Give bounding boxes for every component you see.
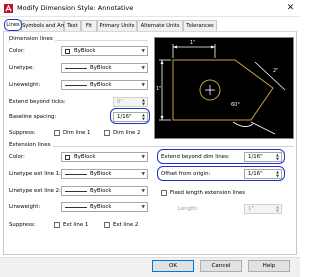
length-value: 1"	[248, 206, 254, 212]
preview-dim-left: 1"	[156, 86, 162, 92]
tab-text[interactable]: Text	[64, 20, 81, 31]
dim-linetype-value: ByBlock	[90, 65, 112, 71]
ext2-linetype-label: Linetype ext line 2:	[9, 188, 61, 194]
tab-tolerances[interactable]: Tolerances	[183, 20, 217, 31]
ext-line-2-checkbox[interactable]	[104, 222, 110, 228]
preview-arrowheads	[160, 45, 215, 120]
ext-color-value: ByBlock	[74, 154, 96, 160]
extension-lines-title: Extension lines	[9, 142, 53, 148]
chevron-down-icon: ▼	[141, 83, 145, 88]
spinner-down-icon[interactable]: ▼	[275, 209, 280, 213]
dimension-preview: 1" 1" 2" 60°	[154, 37, 294, 139]
ext-suppress-label: Suppress:	[9, 222, 36, 228]
length-label: Length:	[178, 206, 199, 212]
extend-ticks-spinner[interactable]: 0" ▲ ▼	[113, 97, 148, 107]
tab-lines[interactable]: Lines	[4, 19, 22, 31]
fixed-length-label: Fixed length extension lines	[170, 190, 246, 196]
ext-line-1-checkbox[interactable]	[54, 222, 60, 228]
extend-ticks-label: Extend beyond ticks:	[9, 99, 66, 105]
ext-line-2-label: Ext line 2	[113, 222, 139, 228]
tab-bar: Symbols and Arrows Text Fit Primary Unit…	[3, 19, 299, 31]
ext2-linetype-value: ByBlock	[90, 188, 112, 194]
window-title: Modify Dimension Style: Annotative	[17, 4, 134, 12]
dim-color-value: ByBlock	[74, 48, 96, 54]
extend-ticks-value: 0"	[117, 99, 123, 105]
dim-color-select[interactable]: ByBlock ▼	[61, 46, 148, 56]
tab-primary-units[interactable]: Primary Units	[97, 20, 137, 31]
dim-linetype-select[interactable]: ByBlock ▼	[61, 63, 148, 73]
dim-linetype-label: Linetype:	[9, 65, 35, 71]
preview-shape	[172, 59, 274, 121]
linetype-preview	[65, 191, 87, 192]
tab-fit[interactable]: Fit	[81, 20, 97, 31]
ok-button[interactable]: OK	[152, 260, 194, 272]
help-button[interactable]: Help	[248, 260, 290, 272]
tab-alternate-units[interactable]: Alternate Units	[137, 20, 183, 31]
cancel-button[interactable]: Cancel	[200, 260, 242, 272]
chevron-down-icon: ▼	[141, 205, 145, 210]
lineweight-preview	[65, 85, 87, 86]
ext1-linetype-label: Linetype ext line 1:	[9, 171, 61, 177]
fixed-length-checkbox[interactable]	[161, 190, 167, 196]
lineweight-preview	[65, 207, 87, 208]
extend-beyond-highlight	[157, 149, 285, 164]
chevron-down-icon: ▼	[141, 172, 145, 177]
chevron-down-icon: ▼	[141, 66, 145, 71]
color-swatch	[65, 49, 70, 54]
ext-line-1-label: Ext line 1	[63, 222, 89, 228]
offset-origin-highlight	[157, 166, 285, 181]
dim-line-1-checkbox[interactable]	[54, 130, 60, 136]
preview-drawing	[159, 44, 286, 135]
ext1-linetype-value: ByBlock	[90, 171, 112, 177]
dim-suppress-label: Suppress:	[9, 130, 36, 136]
dim-line-2-label: Dim line 2	[113, 130, 141, 136]
preview-dim-right: 2"	[273, 68, 279, 74]
dimension-lines-title: Dimension lines	[9, 36, 55, 42]
dim-line-1-label: Dim line 1	[63, 130, 91, 136]
ext-lineweight-value: ByBlock	[90, 204, 112, 210]
color-swatch	[65, 155, 70, 160]
tab-symbols-and-arrows[interactable]: Symbols and Arrows	[21, 20, 75, 31]
close-icon[interactable]: ✕	[284, 1, 297, 15]
dim-color-label: Color:	[9, 48, 25, 54]
preview-dim-top: 1"	[190, 40, 196, 46]
ext-color-label: Color:	[9, 154, 25, 160]
dim-line-2-checkbox[interactable]	[104, 130, 110, 136]
ext-lineweight-label: Lineweight:	[9, 204, 41, 210]
ext1-linetype-select[interactable]: ByBlock ▼	[61, 169, 148, 179]
chevron-down-icon: ▼	[141, 49, 145, 54]
dim-lineweight-select[interactable]: ByBlock ▼	[61, 80, 148, 90]
ext2-linetype-select[interactable]: ByBlock ▼	[61, 186, 148, 196]
ext-color-select[interactable]: ByBlock ▼	[61, 152, 148, 162]
baseline-spacing-label: Baseline spacing:	[9, 114, 57, 120]
ext-lineweight-select[interactable]: ByBlock ▼	[61, 202, 148, 212]
preview-dim-angle: 60°	[231, 102, 240, 108]
dim-lineweight-label: Lineweight:	[9, 82, 41, 88]
dim-lineweight-value: ByBlock	[90, 82, 112, 88]
linetype-preview	[65, 174, 87, 175]
linetype-preview	[65, 68, 87, 69]
autocad-app-icon	[4, 4, 13, 13]
chevron-down-icon: ▼	[141, 155, 145, 160]
length-spinner[interactable]: 1" ▲ ▼	[244, 204, 282, 214]
chevron-down-icon: ▼	[141, 189, 145, 194]
spinner-down-icon[interactable]: ▼	[141, 102, 146, 106]
baseline-spacing-highlight	[110, 108, 150, 124]
